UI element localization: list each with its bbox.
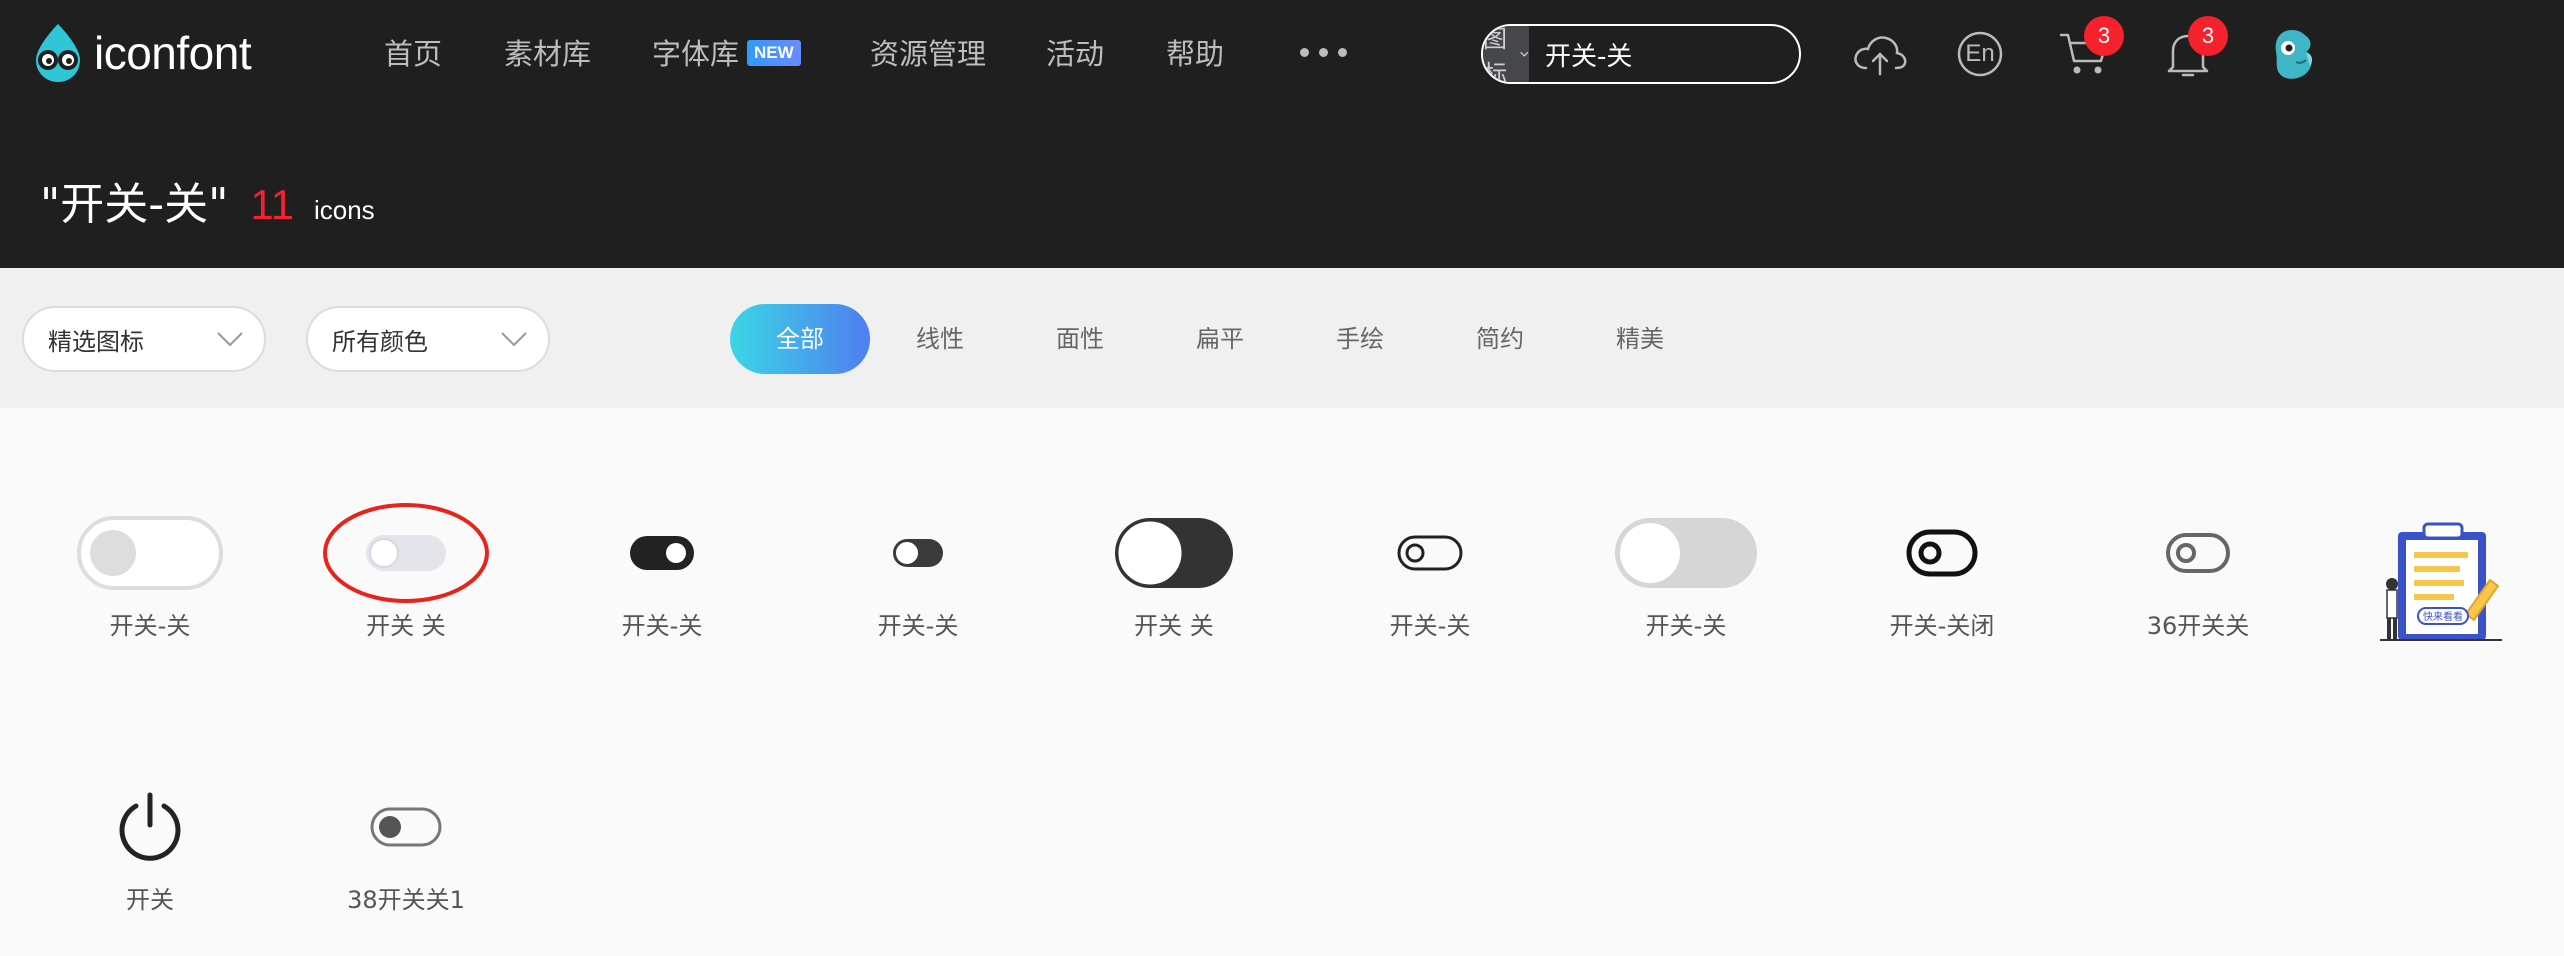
promo-clipboard-icon[interactable]: 快来看看 bbox=[2378, 522, 2504, 644]
nav-item-fonts[interactable]: 字体库 bbox=[652, 28, 739, 80]
icon-card[interactable]: 开关 关 bbox=[296, 488, 516, 688]
search-result-heading: "开关-关" 11 icons bbox=[40, 168, 375, 232]
icon-label: 开关-关 bbox=[621, 612, 703, 640]
icon-card[interactable]: 开关-关 bbox=[40, 488, 260, 688]
toggle-off-light-icon bbox=[77, 516, 223, 590]
toggle-bold-outline-icon bbox=[1906, 529, 1978, 577]
toggle-dark-large-icon bbox=[1115, 518, 1233, 588]
toggle-off-gray-icon bbox=[323, 503, 489, 603]
icon-card[interactable]: 38开关关1 bbox=[296, 762, 516, 956]
brand-name: iconfont bbox=[94, 27, 252, 79]
tab-flat[interactable]: 扁平 bbox=[1196, 304, 1244, 374]
chevron-down-icon bbox=[501, 332, 527, 347]
search-input[interactable] bbox=[1529, 26, 1799, 82]
tab-filled[interactable]: 面性 bbox=[1056, 304, 1104, 374]
color-dropdown[interactable]: 所有颜色 bbox=[306, 306, 550, 372]
iconfont-logo-icon bbox=[36, 24, 80, 82]
upload-cloud-icon[interactable] bbox=[1850, 24, 1910, 84]
icon-label: 开关 关 bbox=[366, 612, 446, 640]
power-icon bbox=[119, 792, 181, 861]
nav-item-help[interactable]: 帮助 bbox=[1166, 28, 1224, 80]
curated-dropdown-label: 精选图标 bbox=[48, 327, 144, 356]
brand-logo[interactable]: iconfont bbox=[28, 22, 252, 84]
chevron-down-icon bbox=[217, 332, 243, 347]
tab-all[interactable]: 全部 bbox=[730, 304, 870, 374]
result-count: 11 bbox=[250, 181, 294, 228]
toggle-small-icon bbox=[893, 539, 943, 567]
icon-label: 36开关关 bbox=[2146, 612, 2250, 640]
search-type-select[interactable]: 图标 bbox=[1483, 26, 1529, 82]
tab-linear[interactable]: 线性 bbox=[916, 304, 964, 374]
search-type-label: 图标 bbox=[1483, 25, 1507, 84]
promo-text: 快来看看 bbox=[2423, 610, 2463, 623]
nav-item-home[interactable]: 首页 bbox=[384, 28, 442, 80]
result-unit: icons bbox=[313, 195, 375, 225]
chevron-down-icon bbox=[1520, 51, 1529, 57]
tab-simple[interactable]: 简约 bbox=[1476, 304, 1524, 374]
tab-exquisite[interactable]: 精美 bbox=[1616, 304, 1664, 374]
nav-item-activity[interactable]: 活动 bbox=[1046, 28, 1104, 80]
icon-label: 开关-关 bbox=[109, 612, 191, 640]
curated-dropdown[interactable]: 精选图标 bbox=[22, 306, 266, 372]
cart-count-badge: 3 bbox=[2084, 16, 2124, 56]
notification-count-badge: 3 bbox=[2188, 16, 2228, 56]
result-query: "开关-关" bbox=[40, 179, 229, 230]
icon-label: 开关-关闭 bbox=[1889, 612, 1995, 640]
icon-label: 开关 关 bbox=[1134, 612, 1214, 640]
cart-button[interactable]: 3 bbox=[2054, 16, 2124, 84]
user-avatar-icon[interactable] bbox=[2266, 26, 2320, 82]
language-label: En bbox=[1965, 40, 1995, 67]
nav-item-library[interactable]: 素材库 bbox=[504, 28, 591, 80]
toggle-black-icon bbox=[630, 536, 694, 570]
search-box: 图标 bbox=[1481, 24, 1801, 84]
icon-label: 38开关关1 bbox=[347, 886, 465, 914]
icon-card[interactable]: 开关-关 bbox=[808, 488, 1028, 688]
toggle-gray-knob-icon bbox=[370, 807, 442, 847]
language-switch[interactable]: En bbox=[1950, 24, 2010, 84]
icon-label: 开关-关 bbox=[1645, 612, 1727, 640]
nav-item-resources[interactable]: 资源管理 bbox=[870, 28, 986, 80]
icon-label: 开关-关 bbox=[1389, 612, 1471, 640]
more-menu-icon[interactable] bbox=[1300, 48, 1347, 57]
toggle-outline-icon bbox=[1397, 535, 1463, 571]
notification-button[interactable]: 3 bbox=[2158, 16, 2228, 84]
icon-card[interactable]: 开关-关 bbox=[1576, 488, 1796, 688]
toggle-gray-outline-icon bbox=[2166, 533, 2230, 573]
new-badge: NEW bbox=[747, 40, 801, 66]
icon-card[interactable]: 36开关关 bbox=[2088, 488, 2308, 688]
tab-handdrawn[interactable]: 手绘 bbox=[1336, 304, 1384, 374]
top-header: iconfont 首页 素材库 字体库 NEW 资源管理 活动 帮助 图标 En… bbox=[0, 0, 2564, 268]
icon-card[interactable]: 开关 bbox=[40, 762, 260, 956]
icon-label: 开关-关 bbox=[877, 612, 959, 640]
icon-card[interactable]: 开关-关 bbox=[552, 488, 772, 688]
toggle-gray-large-icon bbox=[1615, 518, 1757, 588]
icon-label: 开关 bbox=[126, 886, 174, 914]
icon-card[interactable]: 开关 关 bbox=[1064, 488, 1284, 688]
icon-card[interactable]: 开关-关闭 bbox=[1832, 488, 2052, 688]
icon-card[interactable]: 开关-关 bbox=[1320, 488, 1540, 688]
color-dropdown-label: 所有颜色 bbox=[332, 327, 428, 356]
filter-bar: 精选图标 所有颜色 全部 线性 面性 扁平 手绘 简约 精美 bbox=[0, 268, 2564, 408]
